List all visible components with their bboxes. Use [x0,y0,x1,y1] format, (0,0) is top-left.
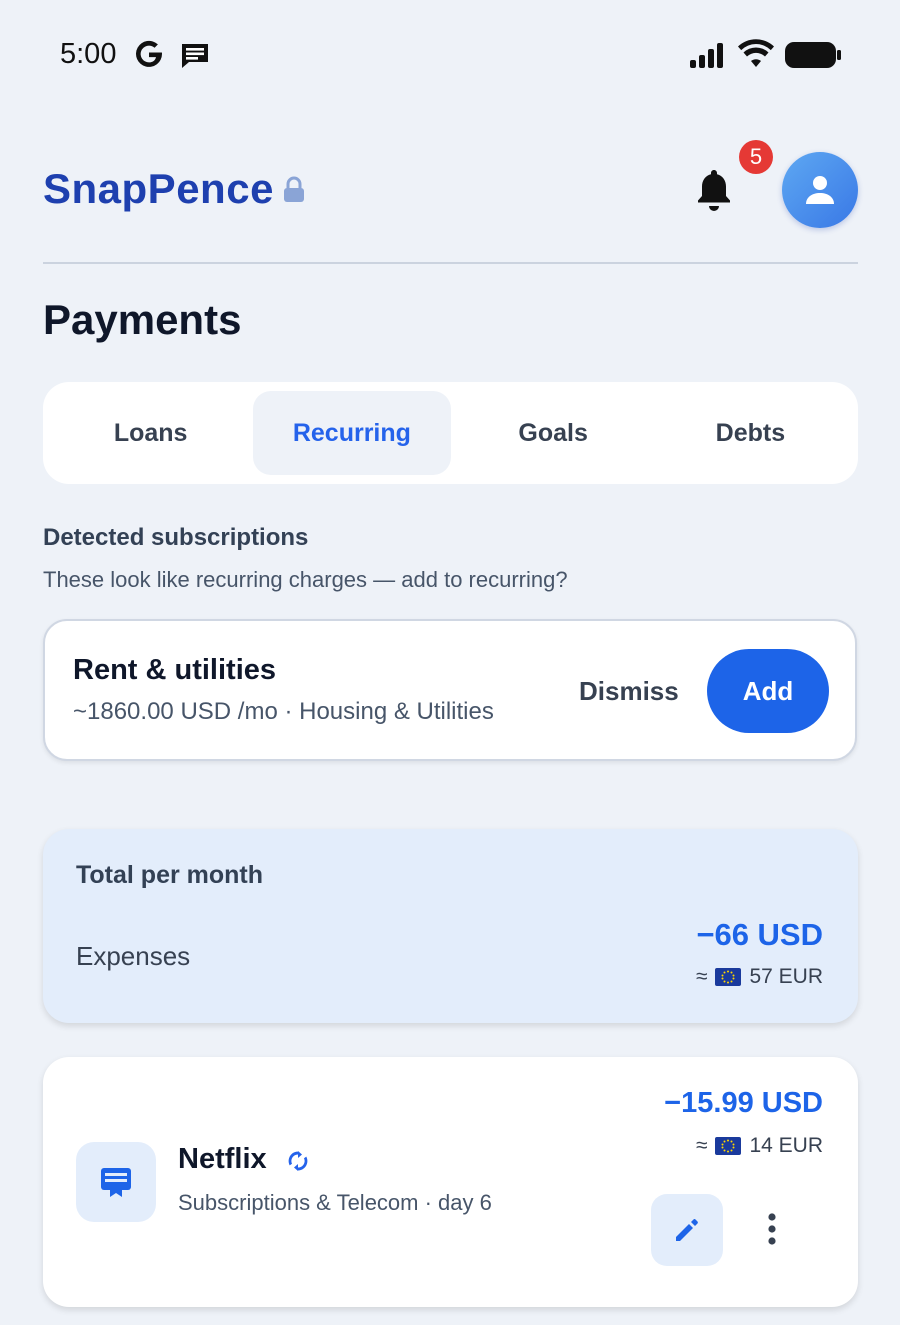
item-amount: −15.99 USD [664,1087,823,1119]
header-divider [43,262,858,264]
tab-loans[interactable]: Loans [52,391,249,475]
detected-item-meta: ~1860.00 USD /mo · Housing & Utilities [73,698,494,725]
message-icon [182,44,208,68]
more-options-button[interactable] [759,1209,785,1249]
recurring-item-card[interactable]: Netflix Subscriptions & Telecom · day 6 … [43,1057,858,1307]
subscription-card-icon [101,1168,131,1197]
eu-flag-icon [715,968,742,986]
edit-button[interactable] [651,1194,723,1266]
repeat-icon [288,1151,308,1171]
user-icon [806,176,834,204]
detected-subtitle: These look like recurring charges — add … [43,567,568,592]
signal-icon [690,43,723,68]
status-time: 5:00 [60,38,117,70]
total-card: Total per month Expenses −66 USD ≈ 57 EU… [43,829,858,1023]
tab-goals[interactable]: Goals [455,391,652,475]
approx-sign: ≈ [695,965,708,988]
avatar[interactable] [782,152,858,228]
notification-badge: 5 [739,140,773,174]
total-label: Expenses [76,941,191,971]
lock-icon [284,176,304,202]
item-name: Netflix [178,1143,267,1175]
wifi-icon [738,39,774,67]
bell-icon[interactable] [692,166,736,214]
google-icon [136,40,162,67]
total-converted: ≈ 57 EUR [696,965,823,989]
tab-debts[interactable]: Debts [652,391,849,475]
detected-item-name: Rent & utilities [73,654,277,686]
add-button[interactable]: Add [707,649,829,733]
item-icon-box [76,1142,156,1222]
detected-subscription-card: Rent & utilities ~1860.00 USD /mo · Hous… [43,619,857,761]
item-converted: ≈ 14 EUR [696,1134,823,1158]
eu-flag-icon [715,1137,742,1155]
page-title: Payments [43,296,242,343]
item-meta: Subscriptions & Telecom · day 6 [178,1190,492,1215]
battery-icon [785,42,841,68]
app-title: SnapPence [43,165,274,212]
dismiss-button[interactable]: Dismiss [579,676,679,707]
pencil-icon [676,1219,698,1241]
approx-sign: ≈ [695,1134,708,1157]
more-vertical-icon [768,1213,776,1245]
total-converted-value: 57 EUR [749,965,823,988]
total-amount: −66 USD [696,917,823,952]
tab-recurring[interactable]: Recurring [253,391,451,475]
tab-bar: Loans Recurring Goals Debts [43,382,858,484]
detected-heading: Detected subscriptions [43,524,309,551]
item-converted-value: 14 EUR [749,1134,823,1157]
status-bar: 5:00 [0,0,900,110]
total-title: Total per month [76,861,264,889]
